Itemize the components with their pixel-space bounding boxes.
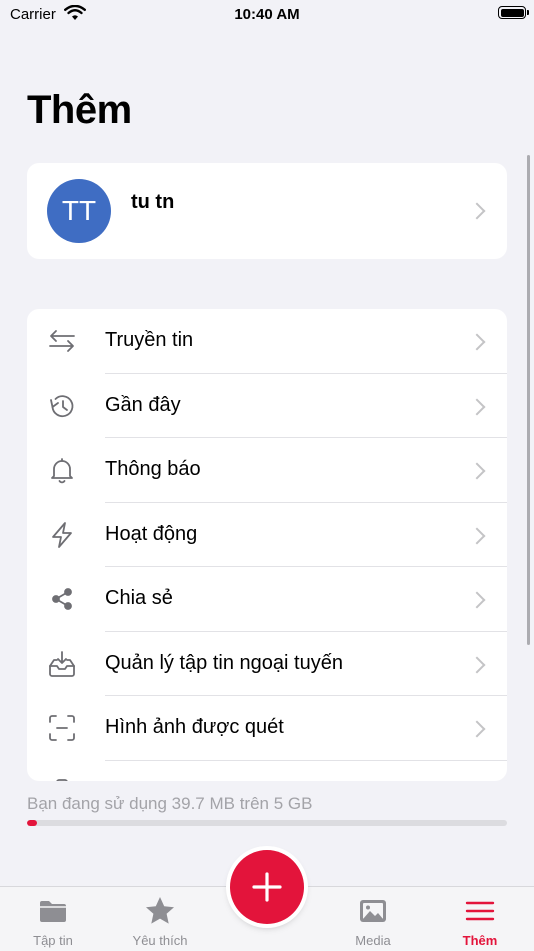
menu-item-transfer[interactable]: Truyền tin: [27, 309, 507, 374]
menu-item-scanned-images[interactable]: Hình ảnh được quét: [27, 696, 507, 761]
chevron-right-icon: [468, 527, 486, 544]
menu-item-recent[interactable]: Gần đây: [27, 374, 507, 438]
tab-files[interactable]: Tập tin: [3, 887, 103, 951]
tab-label: Thêm: [462, 933, 498, 948]
tab-label: Media: [355, 933, 391, 948]
menu-item-partial[interactable]: [27, 761, 507, 781]
partial-icon: [56, 778, 68, 781]
storage-progress-fill: [27, 820, 37, 826]
tab-media[interactable]: Media: [323, 887, 423, 951]
transfer-arrows-icon: [49, 330, 75, 352]
offline-download-icon: [49, 650, 75, 677]
storage-progress-bar: [27, 820, 507, 826]
tab-more[interactable]: Thêm: [430, 887, 530, 951]
add-button[interactable]: [230, 850, 304, 924]
menu-item-label: Hình ảnh được quét: [105, 716, 284, 738]
menu-item-label: Truyền tin: [105, 329, 194, 351]
chevron-right-icon: [468, 591, 486, 609]
menu-item-share[interactable]: Chia sẻ: [27, 567, 507, 632]
tab-label: Yêu thích: [132, 933, 188, 948]
menu-item-activity[interactable]: Hoạt động: [27, 503, 507, 567]
avatar: TT: [47, 179, 111, 243]
chevron-right-icon: [468, 656, 486, 673]
battery-icon: [498, 6, 529, 19]
status-bar: Carrier 10:40 AM: [0, 0, 534, 30]
image-icon: [360, 900, 386, 922]
tab-favorites[interactable]: Yêu thích: [110, 887, 210, 951]
page-title: Thêm: [27, 88, 132, 132]
profile-card[interactable]: TT tu tn: [27, 163, 507, 259]
menu-item-offline-files[interactable]: Quản lý tập tin ngoại tuyến: [27, 632, 507, 696]
clock: 10:40 AM: [234, 6, 300, 23]
chevron-right-icon: [468, 720, 486, 738]
menu-item-label: Quản lý tập tin ngoại tuyến: [105, 651, 343, 674]
more-menu-list: Truyền tin Gần đây Thông báo Hoạt động C…: [27, 309, 507, 781]
star-icon: [146, 897, 174, 924]
chevron-right-icon: [468, 333, 486, 351]
menu-item-label: Hoạt động: [105, 522, 198, 545]
menu-item-label: Chia sẻ: [105, 587, 173, 609]
history-clock-icon: [50, 394, 74, 417]
chevron-right-icon: [468, 398, 486, 415]
menu-item-notifications[interactable]: Thông báo: [27, 438, 507, 503]
plus-icon: [252, 872, 282, 902]
scrollbar[interactable]: [527, 155, 530, 645]
chevron-right-icon: [468, 202, 486, 220]
menu-item-label: Thông báo: [105, 458, 201, 480]
folder-icon: [40, 901, 66, 922]
tab-label: Tập tin: [33, 933, 73, 948]
scan-frame-icon: [49, 715, 75, 741]
storage-usage-text: Bạn đang sử dụng 39.7 MB trên 5 GB: [27, 794, 313, 813]
chevron-right-icon: [468, 462, 486, 480]
profile-name: tu tn: [131, 191, 175, 213]
lightning-icon: [52, 521, 72, 548]
menu-item-label: Gần đây: [105, 393, 181, 416]
menu-icon: [465, 901, 495, 921]
share-icon: [52, 588, 72, 610]
bell-icon: [51, 458, 73, 484]
